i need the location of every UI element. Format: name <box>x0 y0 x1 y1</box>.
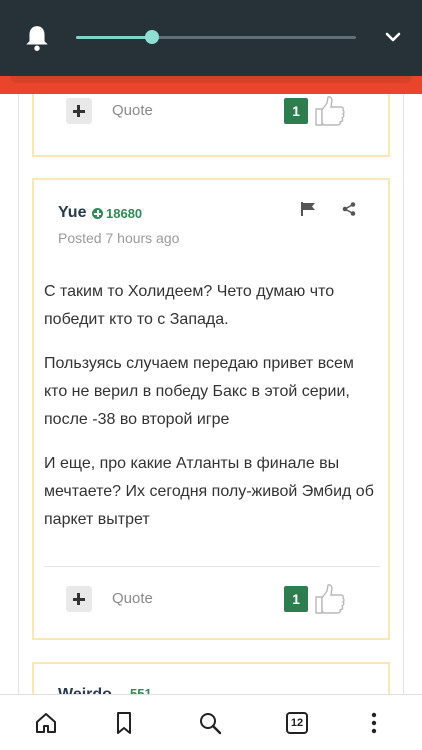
like-icon[interactable] <box>312 94 346 128</box>
reputation-plus-icon <box>92 208 103 219</box>
post-divider <box>44 566 380 567</box>
post-timestamp[interactable]: Posted 7 hours ago <box>58 230 179 246</box>
more-options-icon[interactable] <box>362 711 386 735</box>
flag-icon[interactable] <box>300 202 316 216</box>
media-control-bar <box>0 0 422 76</box>
post-paragraph: И еще, про какие Атланты в финале вы меч… <box>44 455 374 528</box>
bookmark-icon[interactable] <box>112 711 136 735</box>
author-reputation: 18680 <box>106 206 143 221</box>
post-paragraph: С таким то Холидеем? Чето думаю что побе… <box>44 283 335 328</box>
quote-button[interactable]: Quote <box>112 590 153 607</box>
home-icon[interactable] <box>34 711 58 735</box>
post-paragraph: Пользуясь случаем передаю привет всем кт… <box>44 355 354 428</box>
site-header-strip <box>0 76 422 94</box>
multiquote-button[interactable] <box>66 586 92 612</box>
slider-thumb[interactable] <box>144 30 159 44</box>
search-icon[interactable] <box>198 711 222 735</box>
bell-icon[interactable] <box>24 24 50 52</box>
previous-post-card: Quote 1 <box>32 94 390 157</box>
quote-button[interactable]: Quote <box>112 102 153 119</box>
slider-fill <box>76 36 152 39</box>
progress-slider[interactable] <box>76 30 356 44</box>
like-icon[interactable] <box>312 582 346 616</box>
reputation-badge: 1 <box>284 98 308 124</box>
reputation-badge: 1 <box>284 586 308 612</box>
post-card: Yue 18680 Posted 7 hours ago С таким то … <box>32 178 390 640</box>
chevron-down-icon[interactable] <box>384 30 402 44</box>
browser-bottom-nav: 12 <box>0 694 422 750</box>
tabs-button[interactable]: 12 <box>286 712 308 734</box>
multiquote-button[interactable] <box>66 98 92 124</box>
post-content: С таким то Холидеем? Чето думаю что побе… <box>44 278 374 550</box>
post-author[interactable]: Yue <box>58 204 86 222</box>
share-icon[interactable] <box>342 202 356 216</box>
